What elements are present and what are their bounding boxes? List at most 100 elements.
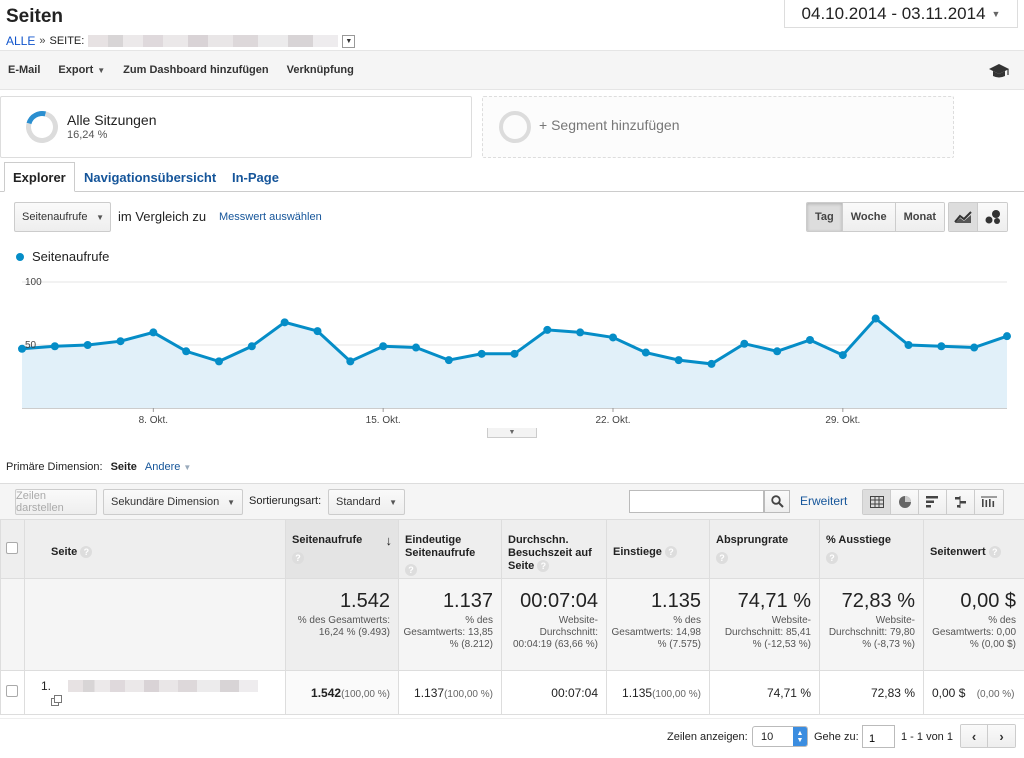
data-point[interactable] (1003, 332, 1011, 341)
data-point[interactable] (313, 327, 322, 336)
shortcut-button[interactable]: Verknüpfung (287, 64, 354, 76)
period-month-button[interactable]: Monat (895, 203, 944, 231)
data-point[interactable] (50, 342, 59, 351)
segment-all-sessions[interactable]: Alle Sitzungen 16,24 % (0, 96, 472, 158)
data-point[interactable] (182, 347, 191, 356)
email-button[interactable]: E-Mail (8, 64, 40, 76)
row-pageviews-value: 1.542 (311, 685, 342, 700)
row-page-value-amount: 0,00 $ (932, 685, 966, 700)
data-point[interactable] (379, 342, 388, 351)
data-point[interactable] (576, 328, 585, 337)
plot-rows-button[interactable]: Zeilen darstellen (15, 489, 97, 515)
data-point[interactable] (806, 335, 814, 344)
period-week-button[interactable]: Woche (842, 203, 896, 231)
data-point[interactable] (149, 328, 158, 337)
pivot-icon (981, 496, 997, 507)
select-all-checkbox[interactable] (6, 542, 18, 554)
data-point[interactable] (444, 356, 453, 365)
help-icon[interactable]: ? (988, 546, 1001, 559)
pivot-view-button[interactable] (975, 490, 1003, 514)
row-checkbox[interactable] (6, 685, 18, 697)
data-point[interactable] (904, 341, 913, 349)
data-point[interactable] (707, 359, 716, 368)
performance-view-button[interactable] (919, 490, 947, 514)
pie-view-button[interactable] (891, 490, 919, 514)
breadcrumb-all-link[interactable]: ALLE (6, 34, 35, 48)
sort-type-dropdown[interactable]: Standard ▼ (328, 489, 405, 515)
date-range-picker[interactable]: 04.10.2014 - 03.11.2014 ▼ (784, 0, 1018, 28)
column-header-unique-pageviews[interactable]: Eindeutige Seitenaufrufe? (398, 519, 502, 579)
data-point[interactable] (543, 325, 552, 334)
help-icon[interactable]: ? (537, 560, 550, 573)
add-to-dashboard-button[interactable]: Zum Dashboard hinzufügen (123, 64, 268, 76)
total-subtext: Website-Durchschnitt: 79,80 % (-8,73 %) (828, 615, 915, 650)
goto-label: Gehe zu: (814, 731, 859, 743)
help-icon[interactable]: ? (664, 546, 677, 559)
search-button[interactable] (764, 490, 790, 513)
dimension-seite[interactable]: Seite (111, 461, 137, 473)
data-point[interactable] (937, 342, 946, 351)
rows-per-page-select[interactable]: 10 ▲ ▼ (752, 726, 808, 747)
rows-per-page-value: 10 (761, 730, 774, 743)
column-header-avg-time[interactable]: Durchschn. Besuchszeit auf Seite ? (501, 519, 607, 579)
data-point[interactable] (280, 318, 289, 327)
data-point[interactable] (116, 337, 125, 346)
row-entrances: 1.135(100,00 %) (606, 670, 710, 715)
tab-in-page[interactable]: In-Page (224, 162, 287, 192)
metric-dropdown[interactable]: Seitenaufrufe ▼ (14, 202, 111, 232)
motion-chart-button[interactable] (978, 203, 1007, 231)
period-day-button[interactable]: Tag (807, 203, 843, 231)
tab-navigation-summary[interactable]: Navigationsübersicht (76, 162, 224, 192)
help-icon[interactable]: ? (826, 552, 838, 564)
export-button[interactable]: Export ▼ (58, 64, 105, 76)
chevron-down-icon[interactable]: ▼ (342, 34, 356, 48)
open-external-icon[interactable] (51, 694, 62, 706)
data-point[interactable] (970, 343, 979, 352)
data-point[interactable] (83, 341, 92, 349)
column-header-pageviews[interactable]: Seitenaufrufe ↓? (285, 519, 399, 579)
secondary-dimension-dropdown[interactable]: Sekundäre Dimension ▼ (103, 489, 243, 515)
pie-chart-icon (898, 496, 911, 508)
comparison-view-button[interactable] (947, 490, 975, 514)
tab-explorer[interactable]: Explorer (4, 162, 75, 192)
series-area (22, 318, 1007, 408)
next-page-button[interactable]: › (988, 725, 1015, 747)
advanced-filter-link[interactable]: Erweitert (800, 494, 847, 508)
graduation-cap-icon[interactable] (988, 62, 1010, 80)
redacted-page-path[interactable] (68, 680, 259, 693)
help-icon[interactable]: ? (716, 552, 728, 564)
data-point[interactable] (609, 333, 617, 342)
data-table-view-button[interactable] (863, 490, 891, 514)
data-point[interactable] (641, 348, 650, 357)
help-icon[interactable]: ? (80, 546, 93, 559)
total-pageviews: 1.542 % des Gesamtwerts: 16,24 % (9.493) (285, 578, 399, 671)
dimension-other-dropdown[interactable]: Andere ▼ (145, 461, 191, 473)
help-icon[interactable]: ? (405, 564, 417, 576)
data-point[interactable] (740, 339, 749, 348)
goto-page-input[interactable] (862, 725, 895, 748)
data-point[interactable] (510, 349, 519, 358)
data-point[interactable] (477, 349, 486, 358)
add-segment-button[interactable]: + Segment hinzufügen (482, 96, 954, 158)
data-point[interactable] (346, 357, 355, 366)
totals-empty-cell (0, 578, 25, 671)
table-search-input[interactable] (629, 490, 764, 513)
data-point[interactable] (215, 357, 223, 366)
column-header-seite[interactable]: Seite ? (24, 519, 286, 579)
data-point[interactable] (674, 356, 683, 365)
column-header-page-value[interactable]: Seitenwert ? (923, 519, 1024, 579)
column-header-exit-pct[interactable]: % Ausstiege? (819, 519, 924, 579)
x-tick-label: 15. Okt. (366, 415, 401, 426)
line-chart-button[interactable] (949, 203, 978, 231)
column-header-bounce-rate[interactable]: Absprungrate? (709, 519, 820, 579)
select-metric-link[interactable]: Messwert auswählen (219, 211, 322, 223)
chart-collapse-handle[interactable]: ▼ (487, 428, 537, 438)
previous-page-button[interactable]: ‹ (961, 725, 988, 747)
data-point[interactable] (247, 342, 256, 351)
data-point[interactable] (871, 314, 880, 323)
data-point[interactable] (773, 347, 782, 356)
data-point[interactable] (412, 343, 420, 352)
data-point[interactable] (838, 351, 847, 360)
column-header-entrances[interactable]: Einstiege ? (606, 519, 710, 579)
help-icon[interactable]: ? (292, 552, 304, 564)
